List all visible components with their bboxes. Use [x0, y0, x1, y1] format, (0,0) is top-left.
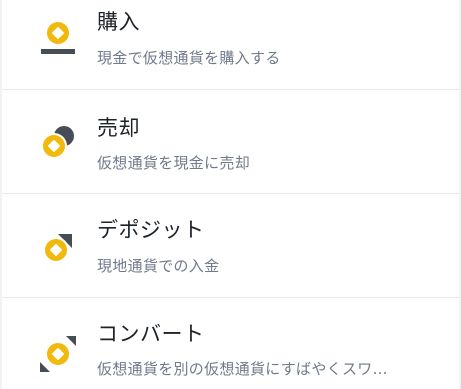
- menu-item-description: 現金で仮想通貨を購入する: [97, 49, 281, 67]
- convert-icon: [38, 334, 78, 374]
- action-menu-sheet: 購入 現金で仮想通貨を購入する 売却 仮想通貨を現金に売却 デポジット 現地通貨: [2, 0, 459, 389]
- menu-item-deposit[interactable]: デポジット 現地通貨での入金: [2, 194, 459, 298]
- menu-item-title: コンバート: [97, 322, 205, 346]
- menu-item-buy[interactable]: 購入 現金で仮想通貨を購入する: [2, 0, 459, 90]
- menu-item-description: 仮想通貨を現金に売却: [97, 154, 251, 172]
- deposit-icon: [38, 228, 78, 268]
- menu-item-title: 購入: [97, 10, 140, 34]
- menu-item-title: 売却: [97, 116, 140, 140]
- menu-item-convert[interactable]: コンバート 仮想通貨を別の仮想通貨にすばやくスワ…: [2, 298, 459, 389]
- buy-icon: [38, 18, 78, 58]
- menu-item-sell[interactable]: 売却 仮想通貨を現金に売却: [2, 90, 459, 194]
- menu-item-description: 仮想通貨を別の仮想通貨にすばやくスワ…: [97, 360, 388, 378]
- menu-item-description: 現地通貨での入金: [97, 257, 220, 275]
- sell-icon: [38, 123, 78, 163]
- menu-item-title: デポジット: [97, 218, 205, 242]
